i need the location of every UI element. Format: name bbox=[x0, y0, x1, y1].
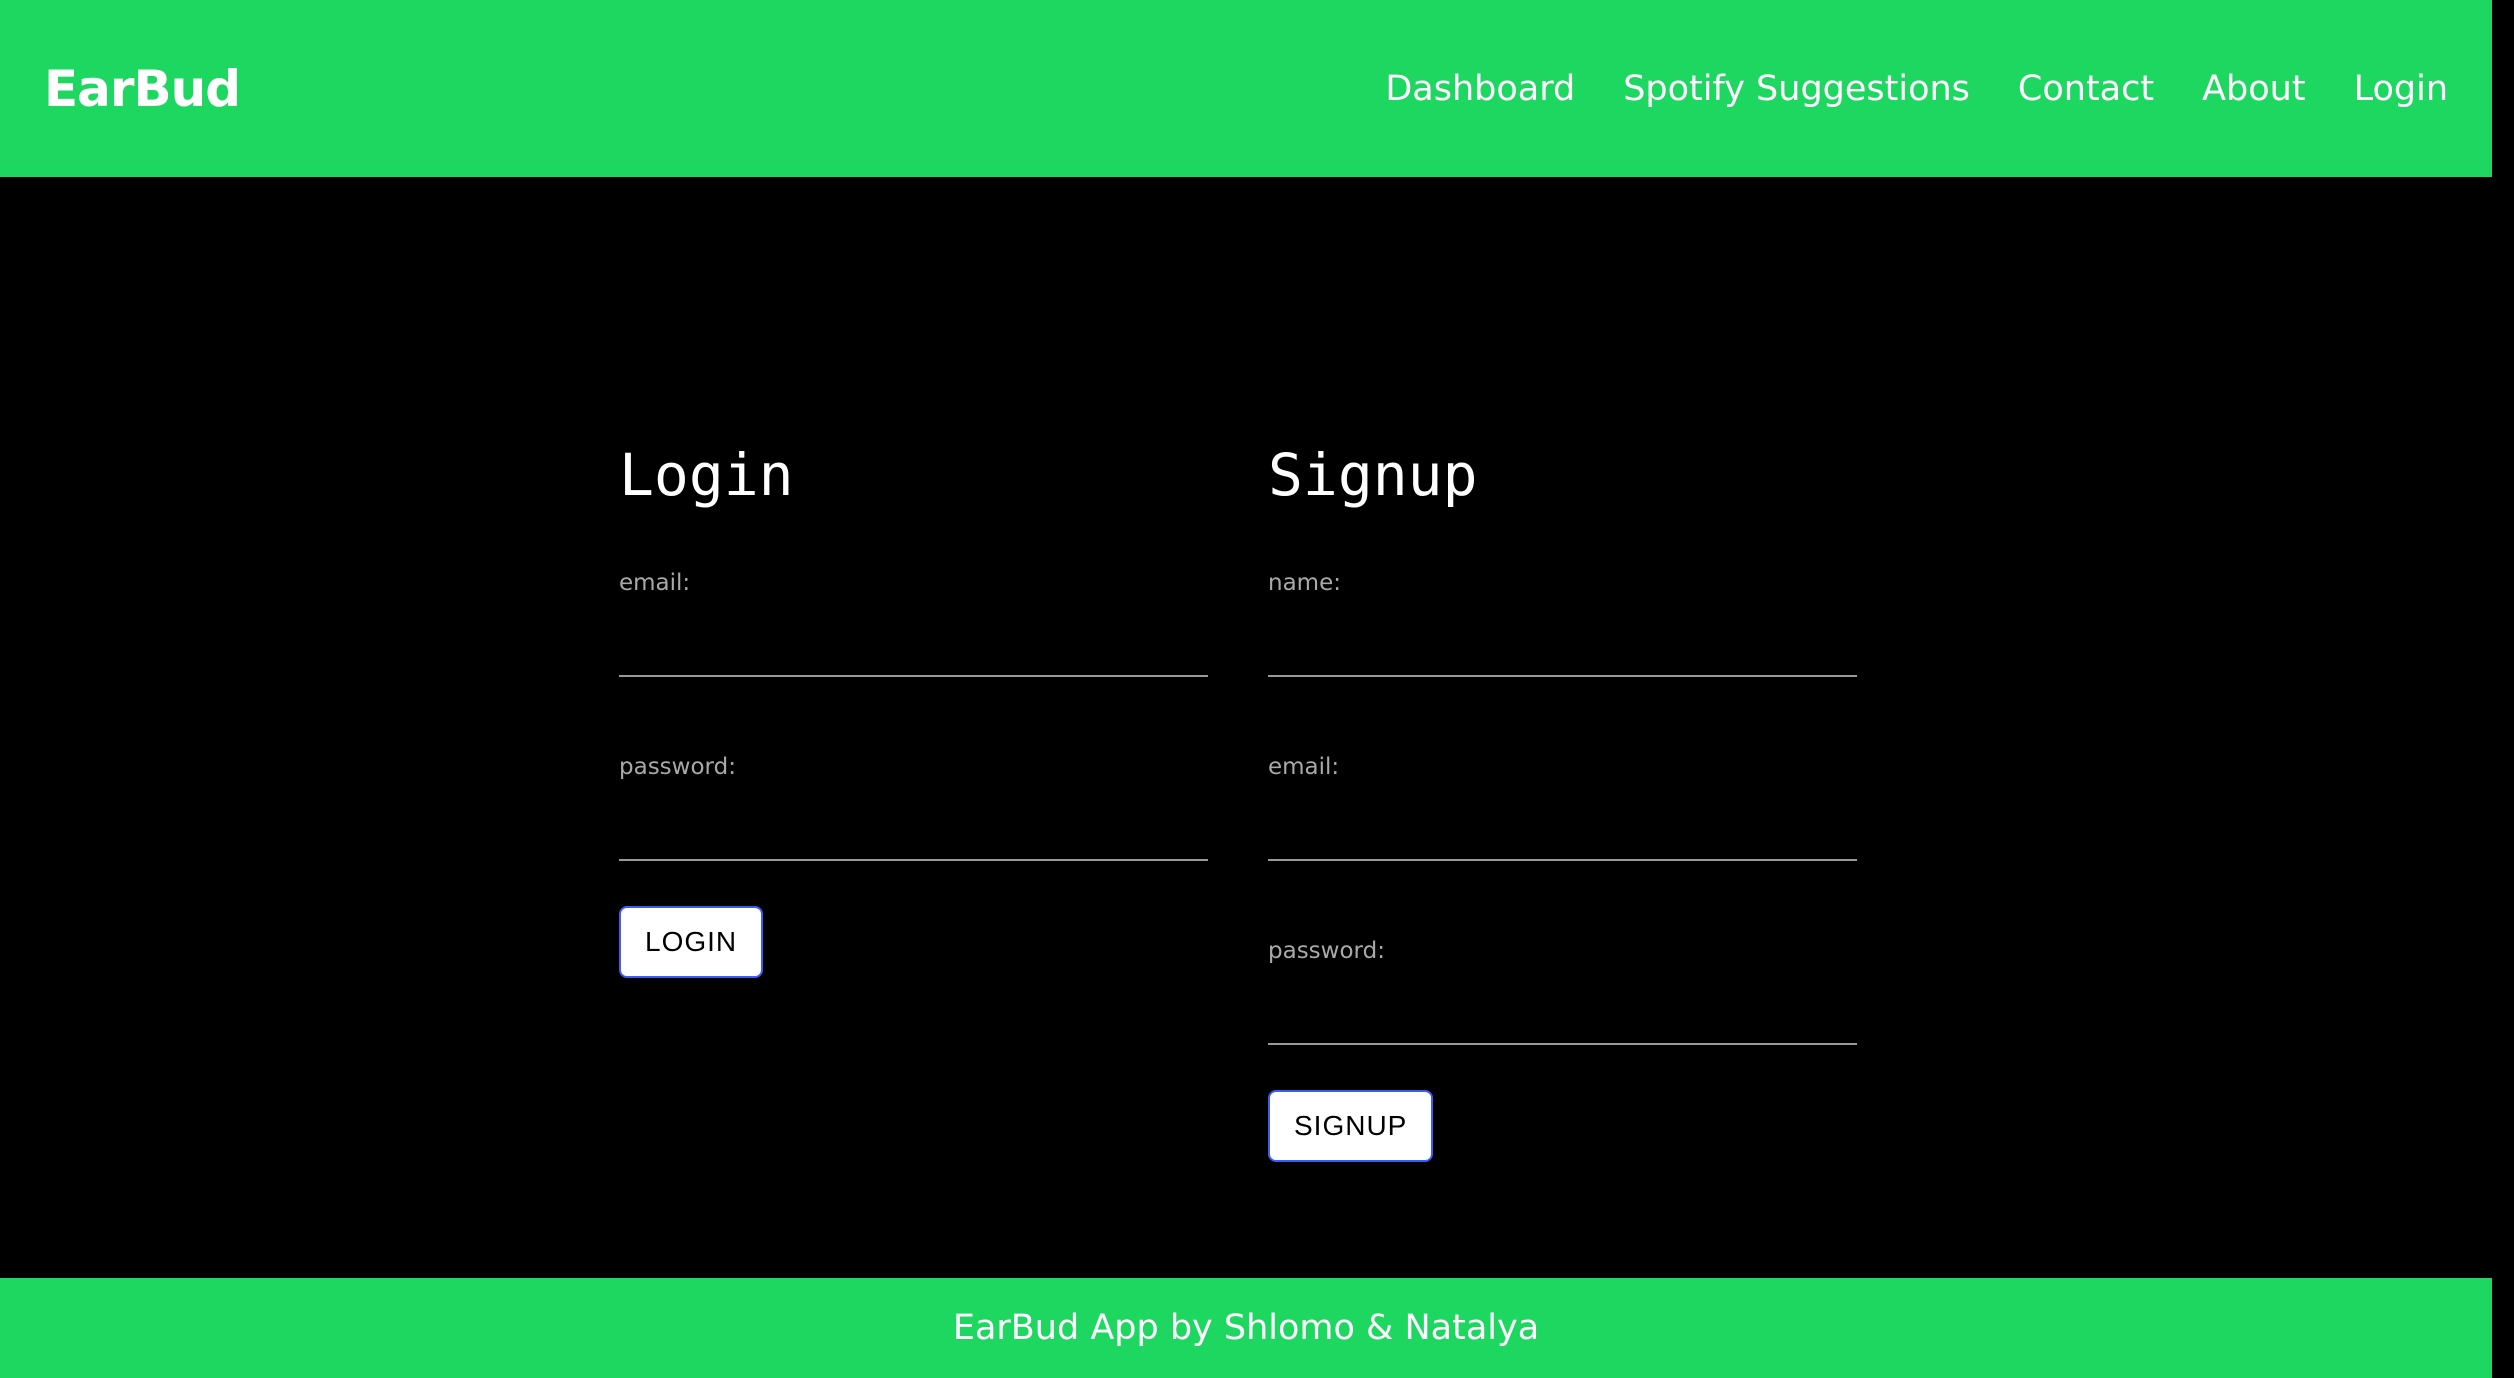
footer: EarBud App by Shlomo & Natalya bbox=[0, 1278, 2492, 1378]
nav-link-about[interactable]: About bbox=[2202, 69, 2305, 109]
page: EarBud Dashboard Spotify Suggestions Con… bbox=[0, 0, 2514, 1378]
footer-credits: EarBud App by Shlomo & Natalya bbox=[952, 1308, 1540, 1348]
login-email-label: email: bbox=[619, 570, 691, 596]
signup-name-label: name: bbox=[1268, 570, 1341, 596]
signup-name-input[interactable] bbox=[1268, 613, 1857, 677]
login-button[interactable]: LOGIN bbox=[619, 906, 764, 978]
signup-button[interactable]: SIGNUP bbox=[1268, 1090, 1434, 1162]
top-navbar: EarBud Dashboard Spotify Suggestions Con… bbox=[0, 0, 2492, 177]
login-form: Login email: password: LOGIN bbox=[619, 440, 1208, 1162]
auth-forms: Login email: password: LOGIN Signup name… bbox=[619, 440, 1857, 1162]
nav-link-dashboard[interactable]: Dashboard bbox=[1385, 69, 1575, 109]
login-password-input[interactable] bbox=[619, 797, 1208, 861]
signup-password-label: password: bbox=[1268, 938, 1385, 964]
signup-email-input[interactable] bbox=[1268, 797, 1857, 861]
signup-password-input[interactable] bbox=[1268, 981, 1857, 1045]
login-password-label: password: bbox=[619, 754, 736, 780]
signup-email-field: email: bbox=[1268, 752, 1857, 936]
scrollbar[interactable] bbox=[2492, 0, 2514, 1378]
login-email-field: email: bbox=[619, 568, 1208, 752]
nav-link-contact[interactable]: Contact bbox=[2018, 69, 2154, 109]
login-title: Login bbox=[619, 441, 794, 509]
login-email-input[interactable] bbox=[619, 613, 1208, 677]
signup-form: Signup name: email: password: SIGNUP bbox=[1268, 440, 1857, 1162]
signup-title: Signup bbox=[1268, 441, 1478, 509]
brand-logo[interactable]: EarBud bbox=[44, 60, 241, 118]
signup-email-label: email: bbox=[1268, 754, 1340, 780]
nav-links: Dashboard Spotify Suggestions Contact Ab… bbox=[1385, 69, 2448, 109]
nav-link-login[interactable]: Login bbox=[2354, 69, 2448, 109]
nav-link-spotify-suggestions[interactable]: Spotify Suggestions bbox=[1623, 69, 1970, 109]
signup-name-field: name: bbox=[1268, 568, 1857, 752]
